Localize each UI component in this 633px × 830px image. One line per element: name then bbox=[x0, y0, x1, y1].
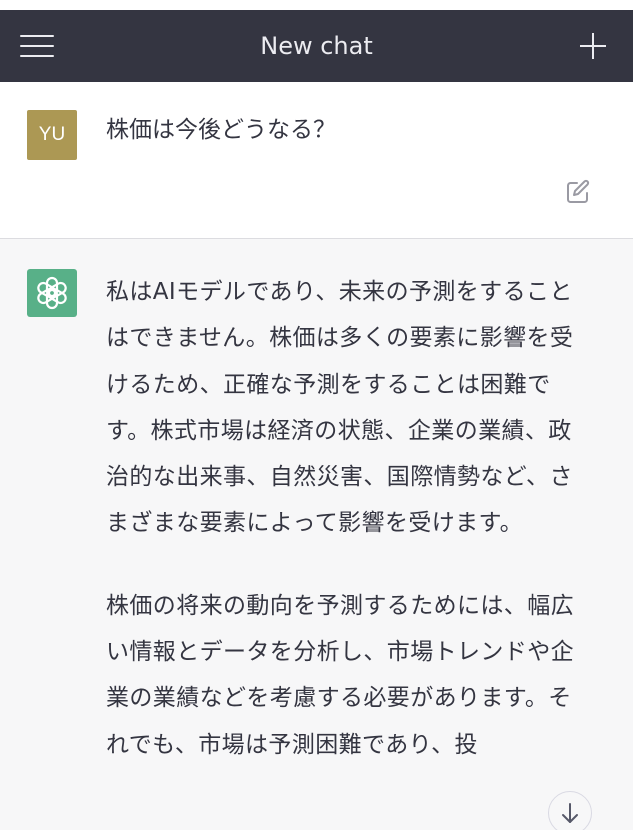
assistant-message-text: 私はAIモデルであり、未来の予測をすることはできません。株価は多くの要素に影響を… bbox=[106, 269, 590, 768]
page-title: New chat bbox=[260, 32, 373, 60]
header-bar: New chat bbox=[0, 10, 633, 82]
assistant-paragraph: 株価の将来の動向を予測するためには、幅広い情報とデータを分析し、市場トレンドや企… bbox=[106, 592, 574, 758]
assistant-paragraph: 私はAIモデルであり、未来の予測をすることはできません。株価は多くの要素に影響を… bbox=[106, 279, 574, 537]
top-strip bbox=[0, 0, 633, 10]
plus-icon[interactable] bbox=[580, 33, 606, 59]
arrow-down-icon[interactable] bbox=[548, 791, 592, 830]
edit-icon[interactable] bbox=[564, 178, 592, 206]
user-message: YU 株価は今後どうなる？ bbox=[0, 82, 633, 239]
assistant-message: 私はAIモデルであり、未来の予測をすることはできません。株価は多くの要素に影響を… bbox=[0, 239, 633, 830]
avatar: YU bbox=[27, 110, 77, 160]
openai-logo-icon bbox=[27, 269, 77, 317]
user-message-text: 株価は今後どうなる？ bbox=[106, 117, 336, 143]
chat-app: New chat YU 株価は今後どうなる？ 私はAIモデルであり、未来の予測を… bbox=[0, 0, 633, 830]
